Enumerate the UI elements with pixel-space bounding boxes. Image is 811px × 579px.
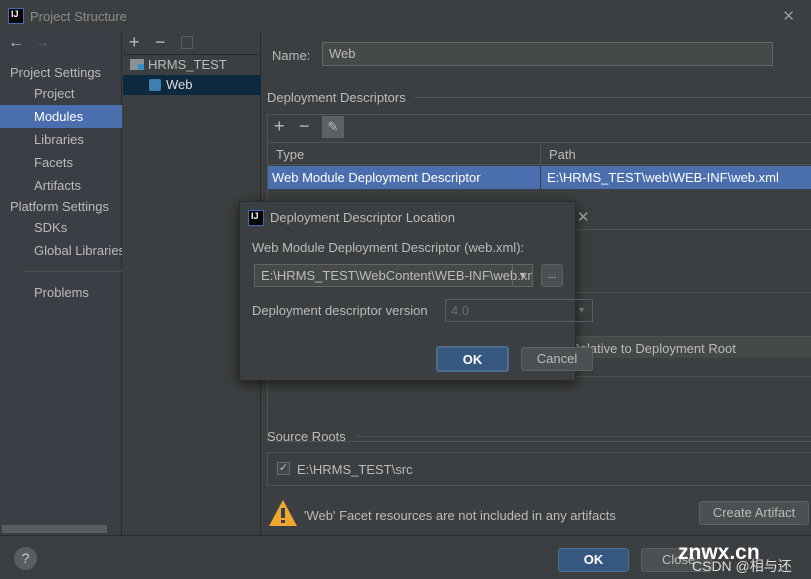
dialog-ok-button[interactable]: OK (436, 346, 509, 372)
divider (562, 376, 811, 377)
sidebar-item-project[interactable]: Project (0, 82, 122, 105)
create-artifact-button[interactable]: Create Artifact (699, 501, 809, 525)
divider (414, 97, 811, 98)
name-label: Name: (272, 48, 311, 63)
close-icon[interactable]: ✕ (782, 7, 795, 25)
divider (562, 229, 811, 230)
back-icon[interactable]: ← (8, 34, 24, 52)
add-descriptor-icon[interactable]: + (274, 116, 285, 137)
sidebar: ← → Project Settings Project Modules Lib… (0, 32, 122, 535)
folder-icon (130, 59, 144, 70)
browse-button[interactable]: ... (541, 264, 563, 287)
warning-message: 'Web' Facet resources are not included i… (304, 508, 616, 523)
edit-pencil-icon[interactable]: ✎ (322, 116, 344, 138)
checkbox-checked[interactable]: ✓ (277, 462, 290, 475)
descriptor-field-label: Web Module Deployment Descriptor (web.xm… (252, 240, 525, 255)
tree-item-hrms-test[interactable]: HRMS_TEST (123, 55, 261, 75)
horizontal-scrollbar[interactable] (2, 525, 107, 533)
warning-icon (269, 500, 297, 526)
deployment-descriptors-heading: Deployment Descriptors (267, 90, 406, 105)
remove-icon[interactable]: − (155, 32, 166, 53)
tree-item-label: HRMS_TEST (148, 57, 227, 72)
divider (24, 271, 122, 272)
copy-icon[interactable] (181, 36, 193, 49)
dialog-close-icon[interactable]: ✕ (577, 208, 590, 226)
sidebar-item-facets[interactable]: Facets (0, 151, 122, 174)
name-input[interactable]: Web (322, 42, 773, 66)
sidebar-item-libraries[interactable]: Libraries (0, 128, 122, 151)
tree-item-web[interactable]: Web (123, 75, 261, 95)
version-label: Deployment descriptor version (252, 303, 428, 318)
chevron-down-icon: ▼ (577, 305, 586, 315)
deployment-descriptor-dialog: IJ Deployment Descriptor Location ✕ Web … (239, 201, 593, 381)
ok-button[interactable]: OK (558, 548, 629, 572)
help-button[interactable]: ? (14, 547, 37, 570)
intellij-logo-icon: IJ (8, 8, 24, 24)
forward-icon[interactable]: → (34, 34, 50, 52)
chevron-down-icon[interactable]: ▼ (512, 265, 532, 286)
cell-path: E:\HRMS_TEST\web\WEB-INF\web.xml (547, 170, 779, 185)
platform-settings-heading: Platform Settings (10, 199, 109, 214)
source-roots-heading: Source Roots (267, 429, 346, 444)
window-title: Project Structure (30, 9, 127, 24)
project-settings-heading: Project Settings (10, 65, 102, 80)
descriptor-path-combobox[interactable]: E:\HRMS_TEST\WebContent\WEB-INF\web.xml (254, 264, 533, 287)
sidebar-item-sdks[interactable]: SDKs (0, 216, 122, 239)
divider (562, 292, 811, 293)
sidebar-item-artifacts[interactable]: Artifacts (0, 174, 122, 197)
version-select-disabled: 4.0 ▼ (445, 299, 593, 322)
add-icon[interactable]: + (129, 32, 140, 53)
remove-descriptor-icon[interactable]: − (299, 116, 310, 137)
descriptor-path-value: E:\HRMS_TEST\WebContent\WEB-INF\web.xml (261, 268, 533, 283)
sidebar-item-problems[interactable]: Problems (0, 281, 122, 304)
watermark-csdn: CSDN @相与还 (692, 558, 792, 574)
tree-item-label: Web (166, 77, 193, 92)
sidebar-item-global-libraries[interactable]: Global Libraries (0, 239, 122, 262)
source-root-path: E:\HRMS_TEST\src (297, 462, 413, 477)
cell-type: Web Module Deployment Descriptor (272, 170, 481, 185)
column-header-path[interactable]: Path (549, 147, 576, 162)
table-header: Type Path (268, 142, 811, 165)
title-bar: IJ Project Structure ✕ (0, 0, 811, 32)
column-header-type[interactable]: Type (276, 147, 304, 162)
source-roots-list: ✓ E:\HRMS_TEST\src (267, 452, 811, 486)
dialog-title: Deployment Descriptor Location (270, 210, 455, 225)
version-value: 4.0 (451, 303, 470, 318)
table-row[interactable]: Web Module Deployment Descriptor E:\HRMS… (268, 166, 811, 189)
divider (355, 436, 811, 437)
intellij-logo-icon: IJ (248, 210, 264, 226)
dialog-cancel-button[interactable]: Cancel (521, 347, 593, 371)
footer: ? OK Close znwx.cn CSDN @相与还 (0, 535, 811, 579)
web-facet-icon (149, 79, 161, 91)
sidebar-item-modules[interactable]: Modules (0, 105, 122, 128)
